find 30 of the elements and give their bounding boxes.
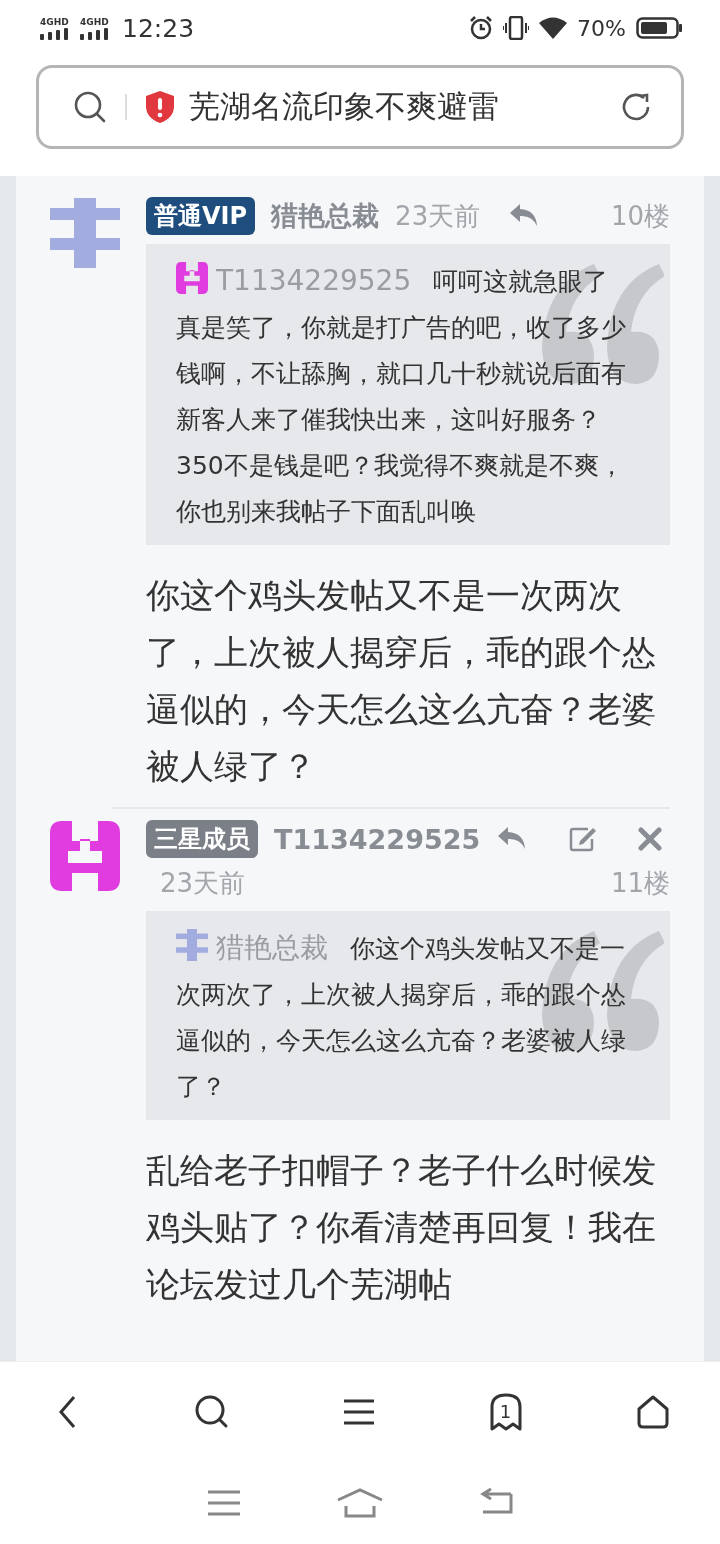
member-badge: 普通VIP [146, 197, 256, 235]
floor-number: 10楼 [610, 199, 670, 233]
member-badge: 三星成员 [146, 820, 258, 858]
quoted-text: T1134229525 呵呵这就急眼了真是笑了，你就是打广告的吧，收了多少钱啊，不让舔胸，就口几十秒就说后面有新客人来了催我快出来，这叫好服务？350不是钱是吧？我觉得不爽就是不爽，你也别来我帖子下面乱叫唤 [176, 261, 627, 528]
search-icon[interactable] [73, 90, 107, 124]
signal-icon [40, 27, 70, 40]
edit-icon[interactable] [568, 825, 599, 853]
quoted-text: 猎艳总裁 你这个鸡头发帖又不是一次两次了，上次被人揭穿后，乖的跟个怂逼似的，今天怎么这么亢奋？老婆被人绿了？ [176, 928, 627, 1103]
comment-text: 乱给老子扣帽子？老子什么时候发鸡头贴了？你看清楚再回复！我在论坛发过几个芜湖帖 [146, 1149, 657, 1306]
signal-icon [80, 27, 110, 40]
clock-time: 12:23 [122, 13, 195, 43]
warning-shield-icon [145, 90, 175, 124]
network-label: 4GHD [40, 16, 69, 27]
vibrate-icon [503, 16, 530, 40]
battery-percent: 70% [577, 15, 626, 41]
comment-text: 你这个鸡头发帖又不是一次两次了，上次被人揭穿后，乖的跟个怂逼似的，今天怎么这么亢奋？老婆被人绿了？ [146, 574, 657, 788]
floor-number: 11楼 [610, 866, 670, 900]
battery-icon [636, 17, 682, 39]
close-icon[interactable] [638, 827, 663, 851]
alarm-icon [469, 16, 494, 40]
search-icon[interactable] [193, 1394, 230, 1430]
home-icon[interactable] [636, 1395, 670, 1429]
address-bar[interactable]: 芜湖名流印象不爽避雷 [36, 65, 684, 149]
tabs-button[interactable]: 1 [488, 1393, 523, 1431]
menu-icon[interactable] [343, 1398, 375, 1426]
post-time: 23天前 [160, 866, 246, 900]
network-label: 4GHD [80, 16, 109, 27]
post-time: 23天前 [395, 199, 481, 233]
page-title: 芜湖名流印象不爽避雷 [189, 87, 500, 126]
wifi-icon [539, 17, 568, 39]
